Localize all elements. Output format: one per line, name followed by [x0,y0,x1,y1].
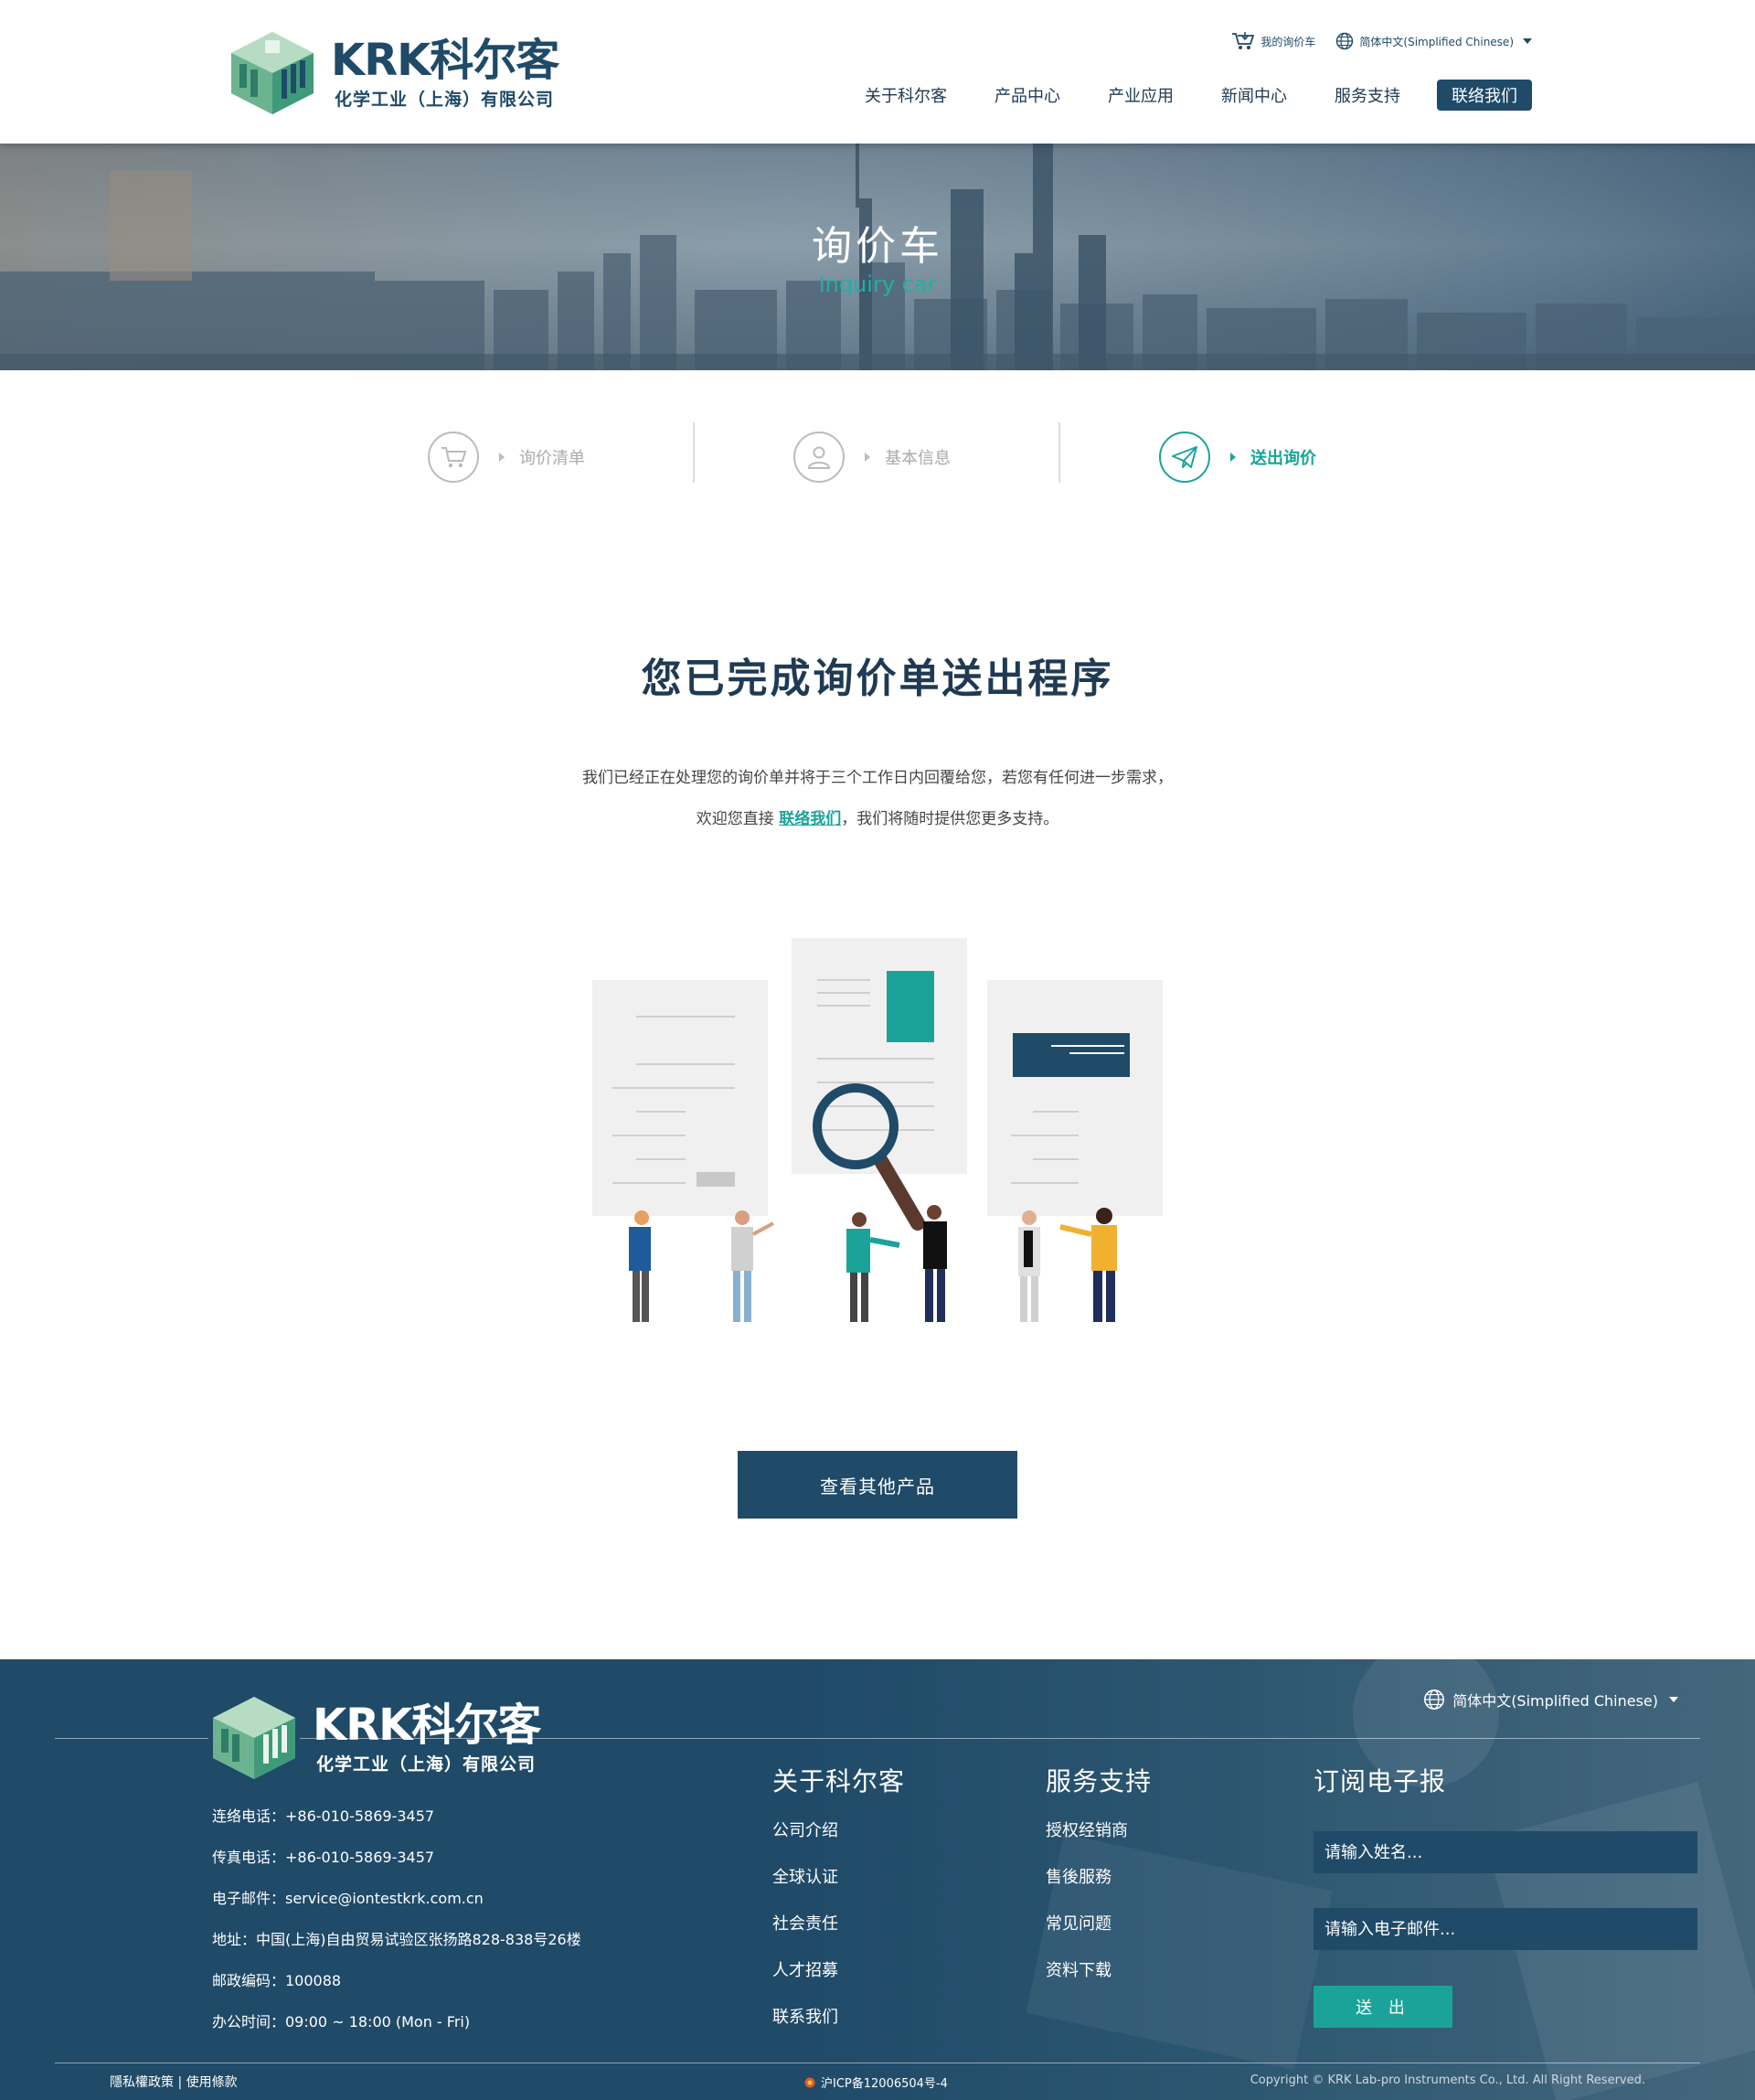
step-label: 送出询价 [1250,449,1316,468]
step-arrow-icon [865,453,870,462]
footer-link-dealers[interactable]: 授权经销商 [1046,1820,1152,1867]
privacy-terms-links[interactable]: 隱私權政策 | 使用條款 [110,2073,238,2091]
footer-zip: 邮政编码：100088 [212,1972,342,1989]
step-circle [1159,432,1210,483]
site-header: KRK科尔客 化学工业（上海）有限公司 我的询价车 简体中文(Simplifie… [0,0,1755,144]
footer-link-certification[interactable]: 全球认证 [772,1867,905,1913]
footer-language-selector[interactable]: 简体中文(Simplified Chinese) [1423,1689,1678,1711]
language-label: 简体中文(Simplified Chinese) [1359,35,1514,48]
inquiry-steps: 询价清单 基本信息 送出询价 [402,422,1353,496]
chevron-down-icon [1523,38,1532,44]
footer-email: 电子邮件：service@iontestkrk.com.cn [212,1890,484,1907]
step-label: 基本信息 [885,449,951,468]
footer-link-after-sales[interactable]: 售後服務 [1046,1867,1152,1913]
footer-address: 地址：中国(上海)自由贸易试验区张扬路828-838号26楼 [212,1931,581,1948]
newsletter-submit-button[interactable]: 送 出 [1314,1986,1452,2028]
banner-title: 询价车 [812,223,943,270]
step-basic-info: 基本信息 [793,432,951,483]
globe-icon [1336,32,1354,50]
site-footer: KRK科尔客 化学工业（上海）有限公司 简体中文(Simplified Chin… [0,1659,1755,2100]
footer-link-responsibility[interactable]: 社会责任 [772,1913,905,1960]
footer-link-contact[interactable]: 联系我们 [772,2007,905,2053]
footer-hours: 办公时间：09:00 ~ 18:00 (Mon - Fri) [212,2013,471,2031]
footer-fax: 传真电话：+86-010-5869-3457 [212,1849,435,1866]
contact-us-button[interactable]: 联络我们 [1437,80,1532,111]
police-badge-icon [804,2077,815,2087]
globe-icon [1424,1690,1445,1710]
page-title: 您已完成询价单送出程序 [641,656,1114,702]
footer-language-label: 简体中文(Simplified Chinese) [1452,1692,1658,1710]
footer-newsletter-column: 订阅电子报 [1314,1762,1446,1820]
header-utilities: 我的询价车 简体中文(Simplified Chinese) [1231,31,1532,51]
footer-about-column: 关于科尔客 公司介绍 全球认证 社会责任 人才招募 联系我们 [772,1762,905,2053]
logo-cube-icon [208,1692,300,1784]
footer-logo[interactable]: KRK科尔客 化学工业（上海）有限公司 [208,1692,541,1784]
nav-item-products[interactable]: 产品中心 [994,83,1060,107]
footer-about-title: 关于科尔客 [772,1766,906,1796]
step-send-inquiry: 送出询价 [1159,432,1316,483]
newsletter-name-input[interactable] [1314,1831,1697,1873]
text-before-link: 欢迎您直接 [696,810,774,828]
logo-text: KRK科尔客 [331,35,559,86]
icp-record[interactable]: 沪ICP备12006504号-4 [804,2073,948,2091]
nav-item-about[interactable]: 关于科尔客 [865,83,947,107]
language-selector[interactable]: 简体中文(Simplified Chinese) [1335,32,1532,50]
step-divider [1058,422,1060,483]
step-inquiry-list: 询价清单 [428,432,585,483]
footer-phone: 连络电话：+86-010-5869-3457 [212,1807,435,1825]
chevron-down-icon [1669,1697,1678,1702]
footer-link-company[interactable]: 公司介绍 [772,1820,905,1867]
step-arrow-icon [499,453,505,462]
logo-subtitle: 化学工业（上海）有限公司 [335,90,555,110]
nav-item-news[interactable]: 新闻中心 [1221,83,1287,107]
user-icon [807,446,831,469]
cart-icon [1232,32,1255,49]
inquiry-cart-link[interactable]: 我的询价车 [1231,31,1315,51]
view-other-products-button[interactable]: 查看其他产品 [738,1451,1017,1519]
site-logo[interactable]: KRK科尔客 化学工业（上海）有限公司 [227,27,559,119]
nav-item-service[interactable]: 服务支持 [1335,83,1400,107]
cart-label: 我的询价车 [1260,35,1316,48]
footer-link-faq[interactable]: 常见问题 [1046,1913,1152,1960]
footer-link-downloads[interactable]: 资料下载 [1046,1960,1152,2007]
footer-service-column: 服务支持 授权经销商 售後服務 常见问题 资料下载 [1046,1762,1152,2007]
step-label: 询价清单 [519,449,585,468]
footer-logo-text: KRK科尔客 [313,1700,541,1751]
footer-newsletter-title: 订阅电子报 [1314,1766,1447,1796]
step-circle [428,432,479,483]
contact-us-link[interactable]: 联络我们 [779,810,841,828]
copyright-text: Copyright © KRK Lab-pro Instruments Co.,… [1250,2073,1645,2087]
text-after-link: ，我们将随时提供您更多支持。 [841,810,1059,828]
banner-subtitle: Inquiry car [818,272,937,297]
footer-link-careers[interactable]: 人才招募 [772,1960,905,2007]
step-divider [693,422,695,483]
footer-service-title: 服务支持 [1046,1766,1153,1796]
page-banner: 询价车 Inquiry car [0,144,1755,370]
logo-cube-icon [231,32,314,114]
step-circle [793,432,845,483]
paper-plane-icon [1172,446,1197,468]
nav-item-applications[interactable]: 产业应用 [1108,83,1174,107]
footer-bottom-bar: 隱私權政策 | 使用條款 沪ICP备12006504号-4 Copyright … [0,2063,1755,2100]
document-review-illustration [592,938,1163,1322]
confirmation-text-line-2: 欢迎您直接 联络我们，我们将随时提供您更多支持。 [0,805,1755,828]
main-nav: 关于科尔客 产品中心 产业应用 新闻中心 服务支持 联络我们 [817,80,1532,111]
cart-icon [441,447,467,468]
newsletter-email-input[interactable] [1314,1908,1697,1950]
icp-text: 沪ICP备12006504号-4 [821,2077,948,2091]
confirmation-text-line-1: 我们已经正在处理您的询价单并将于三个工作日内回覆给您，若您有任何进一步需求， [582,769,1173,787]
footer-contact-info: 连络电话：+86-010-5869-3457 传真电话：+86-010-5869… [212,1806,581,2052]
step-arrow-icon [1230,453,1236,462]
footer-logo-subtitle: 化学工业（上海）有限公司 [316,1754,537,1775]
